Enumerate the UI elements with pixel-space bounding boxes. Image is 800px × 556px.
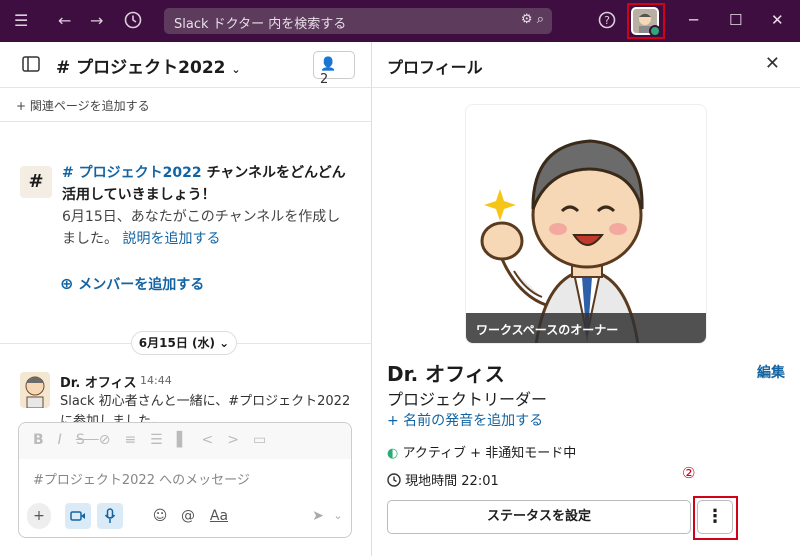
- annotation-box-2: [693, 496, 738, 540]
- profile-title: プロフィール: [387, 58, 483, 77]
- text-format-icon[interactable]: Aa: [205, 503, 233, 529]
- message-time[interactable]: 14:44: [140, 374, 172, 387]
- title-bar: ☰ ← → Slack ドクター 内を検索する ⚙ ⌕ ? ─ ☐ ✕: [0, 0, 800, 42]
- sidebar-toggle-icon[interactable]: [22, 56, 40, 76]
- code-icon[interactable]: <>: [202, 432, 253, 448]
- svg-text:?: ?: [604, 14, 610, 27]
- channel-title[interactable]: # プロジェクト2022 ⌄: [56, 53, 241, 78]
- channel-panel: # プロジェクト2022 ⌄ 👤 2 + 関連ページを追加する # # プロジェ…: [0, 42, 372, 556]
- channel-hash-icon: #: [20, 166, 52, 198]
- add-person-icon: ⊕: [60, 274, 74, 293]
- add-member-button[interactable]: ⊕ メンバーを追加する: [60, 274, 204, 294]
- menu-icon[interactable]: ☰: [14, 11, 28, 30]
- channel-intro-link[interactable]: # プロジェクト2022: [62, 165, 202, 181]
- message-composer[interactable]: BIS⊘≡☰▌<>▭ #プロジェクト2022 へのメッセージ + ☺ @ Aa …: [18, 422, 352, 538]
- edit-profile-link[interactable]: 編集: [757, 362, 785, 382]
- set-status-button[interactable]: ステータスを設定: [387, 500, 691, 534]
- blockquote-icon[interactable]: ▌: [177, 432, 202, 448]
- channel-intro: # プロジェクト2022 チャンネルをどんどん 活用していきましょう！ 6月15…: [62, 165, 346, 247]
- help-icon[interactable]: ?: [598, 11, 616, 33]
- member-count-button[interactable]: 👤 2: [313, 51, 355, 87]
- profile-panel: プロフィール ✕ ワークスペースのオーナー Dr. オフィス 編集 プロジェクト…: [372, 42, 800, 556]
- formatting-toolbar: BIS⊘≡☰▌<>▭: [19, 423, 351, 459]
- attach-plus-icon[interactable]: +: [27, 503, 51, 529]
- member-count: 2: [320, 72, 329, 87]
- profile-name: Dr. オフィス: [387, 362, 505, 386]
- profile-status: ◐ アクティブ + 非通知モード中: [387, 446, 577, 461]
- code-block-icon[interactable]: ▭: [253, 432, 280, 448]
- date-jump-button[interactable]: 6月15日 (水) ⌄: [131, 331, 237, 355]
- message-avatar[interactable]: [20, 372, 50, 408]
- bullet-list-icon[interactable]: ☰: [150, 432, 177, 448]
- close-window-icon[interactable]: ✕: [771, 11, 784, 29]
- profile-header: プロフィール ✕: [372, 42, 800, 88]
- close-icon[interactable]: ✕: [765, 53, 780, 74]
- search-placeholder: Slack ドクター 内を検索する: [174, 17, 347, 32]
- ordered-list-icon[interactable]: ≡: [124, 432, 150, 448]
- message-body: Slack 初心者さんと一緒に、#プロジェクト2022 に参加しました。: [60, 394, 351, 422]
- active-dnd-icon: ◐: [387, 446, 399, 461]
- profile-local-time: 現地時間 22:01: [387, 470, 499, 489]
- channel-header: # プロジェクト2022 ⌄ 👤 2: [0, 42, 372, 88]
- workspace-owner-label: ワークスペースのオーナー: [466, 313, 706, 343]
- add-bookmark-button[interactable]: + 関連ページを追加する: [0, 88, 372, 122]
- search-input[interactable]: Slack ドクター 内を検索する ⚙ ⌕: [164, 8, 552, 34]
- profile-role: プロジェクトリーダー: [387, 390, 548, 409]
- history-icon[interactable]: [124, 11, 142, 33]
- video-icon[interactable]: [65, 503, 91, 529]
- person-icon: 👤: [320, 57, 337, 72]
- mention-icon[interactable]: @: [175, 503, 201, 529]
- composer-tools: + ☺ @ Aa ➤ ⌄: [27, 503, 347, 531]
- message-author[interactable]: Dr. オフィス: [60, 372, 137, 391]
- minimize-icon[interactable]: ─: [689, 11, 698, 29]
- strikethrough-icon[interactable]: S: [76, 432, 99, 448]
- back-arrow-icon[interactable]: ←: [58, 11, 71, 30]
- profile-photo[interactable]: ワークスペースのオーナー: [465, 104, 707, 344]
- add-pronunciation-link[interactable]: + 名前の発音を追加する: [387, 410, 543, 430]
- forward-arrow-icon[interactable]: →: [90, 11, 103, 30]
- clock-icon: [387, 473, 405, 489]
- microphone-icon[interactable]: [97, 503, 123, 529]
- search-filter-icon[interactable]: ⚙ ⌕: [521, 12, 544, 27]
- send-icon[interactable]: ➤: [305, 503, 331, 529]
- link-icon[interactable]: ⊘: [99, 432, 125, 448]
- composer-input[interactable]: #プロジェクト2022 へのメッセージ: [33, 469, 250, 488]
- send-options-icon[interactable]: ⌄: [331, 503, 345, 529]
- annotation-number-2: ②: [682, 464, 696, 482]
- add-description-link[interactable]: 説明を追加する: [122, 231, 220, 247]
- italic-icon[interactable]: I: [58, 432, 76, 448]
- maximize-icon[interactable]: ☐: [729, 11, 742, 29]
- emoji-icon[interactable]: ☺: [147, 503, 173, 529]
- annotation-box-1: [627, 3, 665, 39]
- bold-icon[interactable]: B: [33, 432, 58, 448]
